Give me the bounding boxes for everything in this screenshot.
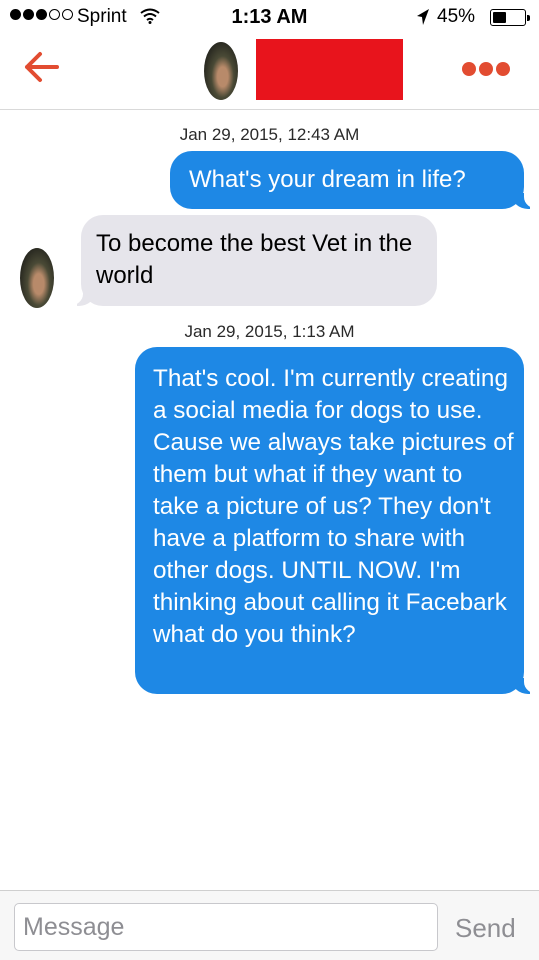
message-timestamp: Jan 29, 2015, 12:43 AM [179, 125, 360, 144]
sent-message-bubble[interactable]: That's cool. I'm currently creating a so… [135, 347, 524, 694]
battery-icon [490, 9, 530, 26]
sender-avatar[interactable] [20, 248, 54, 308]
received-message-bubble[interactable]: To become the best Vet in the world [81, 215, 437, 306]
status-bar: Sprint 1:13 AM 45% [0, 0, 539, 36]
conversation-header [0, 36, 539, 110]
message-timestamp: Jan 29, 2015, 1:13 AM [184, 322, 355, 341]
redacted-contact-name [256, 39, 403, 100]
back-arrow-icon[interactable] [22, 50, 60, 89]
battery-percent: 45% [437, 6, 476, 27]
send-button[interactable]: Send [455, 913, 516, 944]
compose-bar: Send [0, 890, 539, 960]
message-input[interactable] [14, 903, 438, 951]
more-dots-icon[interactable] [462, 62, 510, 76]
sent-message-bubble[interactable]: What's your dream in life? [170, 151, 524, 209]
location-arrow-icon [416, 8, 430, 32]
contact-avatar[interactable] [204, 42, 238, 100]
